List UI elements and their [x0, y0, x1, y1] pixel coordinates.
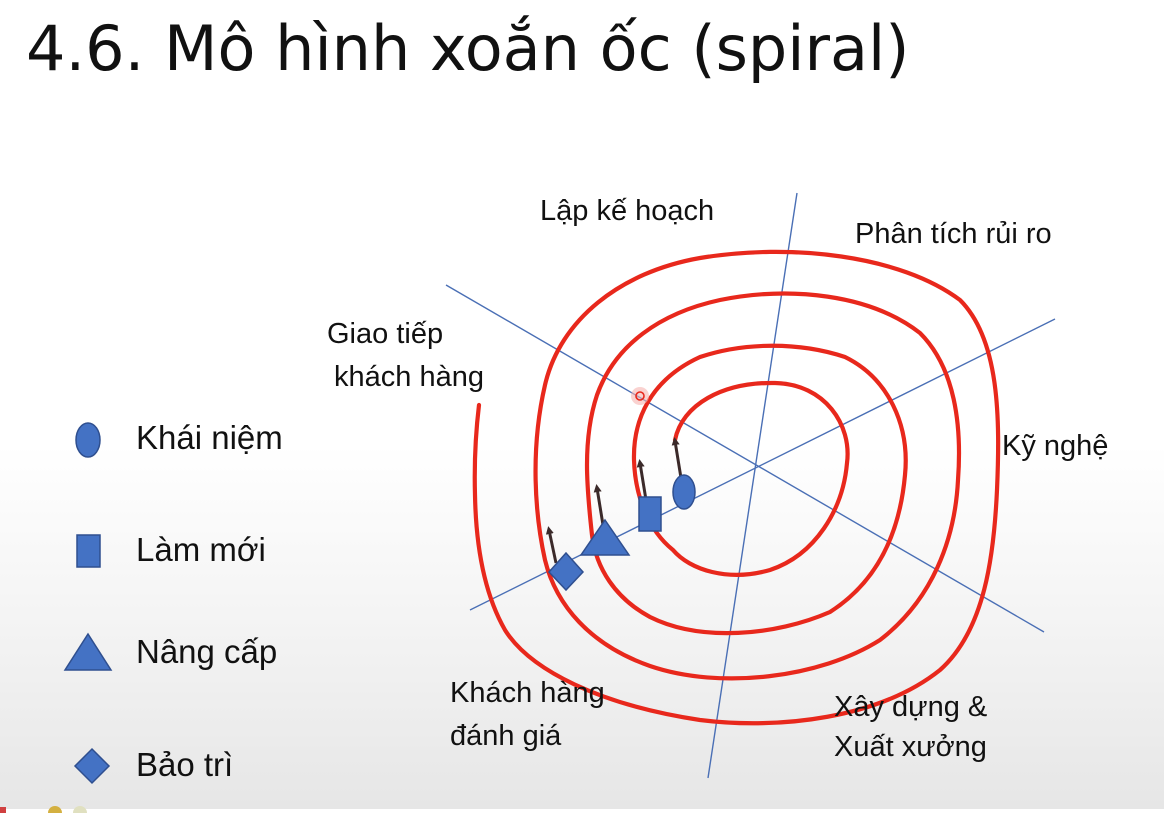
- label-construction-2: Xuất xưởng: [834, 731, 987, 763]
- legend: Khái niệm Làm mới Nâng cấp Bảo trì: [60, 405, 360, 805]
- marker-triangle-icon: [579, 518, 631, 556]
- label-customer-evaluation-2: đánh giá: [450, 720, 562, 752]
- marker-square-icon: [638, 496, 662, 532]
- label-risk-analysis: Phân tích rủi ro: [855, 218, 1052, 250]
- legend-item-upgrade: Nâng cấp: [60, 622, 277, 682]
- legend-label-maintenance: Bảo trì: [136, 746, 234, 783]
- arrow-triangle: [593, 484, 605, 526]
- legend-label-concept: Khái niệm: [136, 419, 283, 456]
- marker-ellipse-icon: [672, 474, 696, 510]
- legend-label-upgrade: Nâng cấp: [136, 633, 278, 670]
- label-planning: Lập kế hoạch: [540, 195, 714, 227]
- spiral-markers: [547, 474, 696, 592]
- pointer-dot: [631, 387, 649, 405]
- label-customer-communication-1: Giao tiếp: [327, 318, 443, 350]
- spiral-curve: [472, 249, 1001, 726]
- square-icon: [60, 522, 116, 578]
- legend-item-maintenance: Bảo trì: [60, 735, 233, 795]
- legend-item-renewal: Làm mới: [60, 520, 266, 580]
- taskbar-sliver: [0, 800, 110, 818]
- label-customer-communication-2: khách hàng: [334, 361, 484, 393]
- triangle-icon: [60, 624, 116, 680]
- label-engineering: Kỹ nghệ: [1002, 430, 1108, 462]
- legend-item-concept: Khái niệm: [60, 408, 283, 468]
- diamond-icon: [60, 737, 116, 793]
- legend-label-renewal: Làm mới: [136, 531, 266, 568]
- label-customer-evaluation-1: Khách hàng: [450, 677, 605, 709]
- ellipse-icon: [60, 410, 116, 466]
- label-construction-1: Xây dựng &: [834, 691, 987, 723]
- arrow-ellipse: [671, 437, 683, 479]
- arrow-diamond: [545, 526, 558, 564]
